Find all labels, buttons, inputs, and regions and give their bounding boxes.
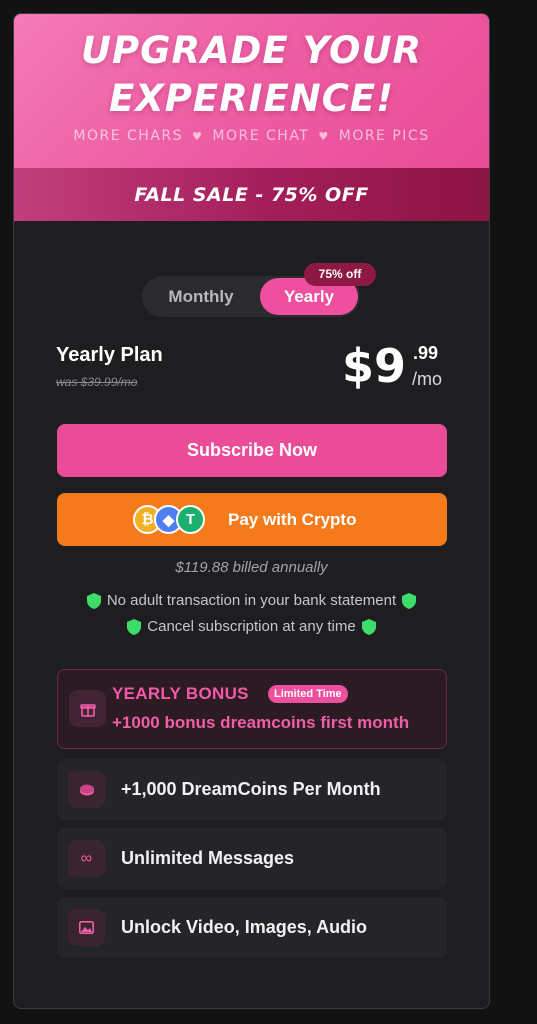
feature-label: Unlimited Messages <box>121 848 295 868</box>
sale-banner: FALL SALE - 75% OFF <box>14 168 489 221</box>
hero-title-line1: UPGRADE YOUR <box>81 29 422 72</box>
upgrade-hero: UPGRADE YOUR EXPERIENCE! MORE CHARS ♥ MO… <box>14 14 489 168</box>
price-main: $9 <box>342 339 407 393</box>
perks-row: MORE CHARS ♥ MORE CHAT ♥ MORE PICS <box>14 128 489 144</box>
feature-unlock-media: Unlock Video, Images, Audio <box>57 897 447 958</box>
perk-more-pics: MORE PICS <box>338 128 430 144</box>
assurance-cancel: Cancel subscription at any time <box>14 618 489 635</box>
gem-icon: ♥ <box>318 129 330 143</box>
price-cents: .99 <box>413 343 439 363</box>
shield-icon <box>361 618 376 635</box>
feature-label: Unlock Video, Images, Audio <box>121 917 368 937</box>
assurance-text: Cancel subscription at any time <box>147 618 356 635</box>
price-period: /mo <box>412 369 443 389</box>
perk-more-chat: MORE CHAT <box>212 128 310 144</box>
sale-banner-text: FALL SALE - 75% OFF <box>134 183 369 206</box>
infinity-icon: ∞ <box>68 840 105 877</box>
gift-icon <box>69 690 106 727</box>
toggle-monthly[interactable]: Monthly <box>142 276 260 317</box>
perk-more-chars: MORE CHARS <box>73 128 184 144</box>
page-background: UPGRADE YOUR EXPERIENCE! MORE CHARS ♥ MO… <box>0 0 537 1024</box>
yearly-bonus-card: YEARLY BONUS Limited Time +1000 bonus dr… <box>57 669 447 749</box>
feature-unlimited-messages: ∞ Unlimited Messages <box>57 828 447 889</box>
shield-icon <box>86 592 101 609</box>
bonus-description: +1000 bonus dreamcoins first month <box>112 713 410 732</box>
feature-label: +1,000 DreamCoins Per Month <box>121 779 381 799</box>
coins-icon <box>68 771 105 808</box>
billing-note: $119.88 billed annually <box>175 559 328 576</box>
discount-badge: 75% off <box>304 263 376 286</box>
limited-time-badge: Limited Time <box>268 685 348 703</box>
plan-name: Yearly Plan <box>56 344 163 366</box>
hero-title-line2: EXPERIENCE! <box>109 77 394 120</box>
feature-dreamcoins: +1,000 DreamCoins Per Month <box>57 759 447 820</box>
shield-icon <box>127 618 142 635</box>
gem-icon: ♥ <box>192 129 204 143</box>
pricing-card: UPGRADE YOUR EXPERIENCE! MORE CHARS ♥ MO… <box>13 13 490 1009</box>
shield-icon <box>402 592 417 609</box>
subscribe-button[interactable]: Subscribe Now <box>57 424 447 477</box>
tether-icon: T <box>176 505 205 534</box>
image-icon <box>68 909 105 946</box>
assurance-text: No adult transaction in your bank statem… <box>106 592 397 609</box>
pay-with-crypto-button[interactable]: ₿ ◆ T Pay with Crypto <box>57 493 447 546</box>
bonus-title: YEARLY BONUS <box>112 684 249 703</box>
pay-with-crypto-label: Pay with Crypto <box>228 510 357 529</box>
assurance-bank-statement: No adult transaction in your bank statem… <box>14 592 489 609</box>
original-price: was $39.99/mo <box>56 375 138 389</box>
